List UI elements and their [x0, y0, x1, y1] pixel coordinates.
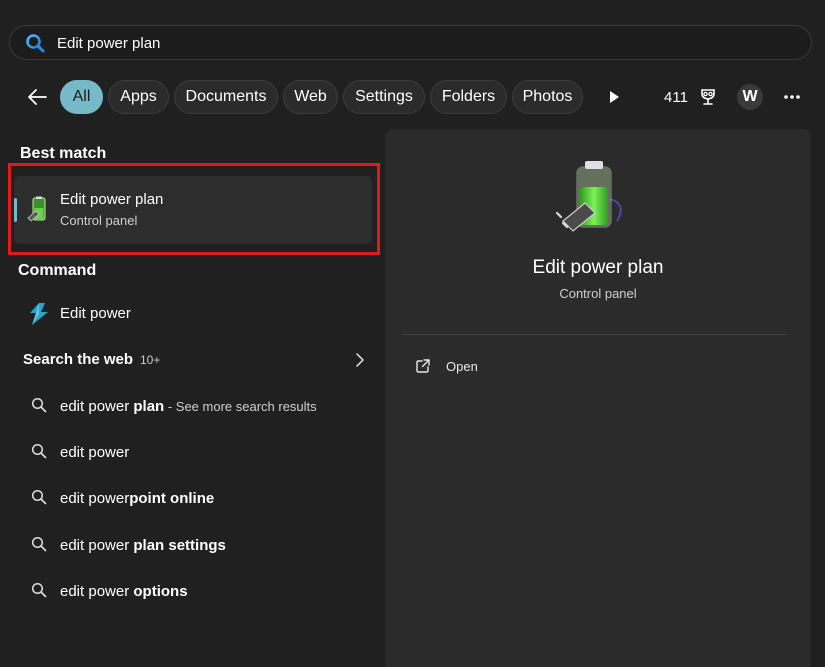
- search-the-web-heading: Search the web: [23, 351, 134, 368]
- command-heading: Command: [18, 262, 97, 279]
- back-arrow-icon[interactable]: [24, 84, 50, 110]
- web-suggestion[interactable]: edit power options: [14, 573, 372, 609]
- suggestion-text: edit power: [60, 398, 134, 415]
- best-match-subtitle: Control panel: [60, 213, 138, 228]
- command-icon: [30, 303, 48, 325]
- command-label: Edit power: [60, 305, 131, 322]
- search-the-web-header[interactable]: Search the web 10+: [23, 350, 373, 372]
- suggestion-hint: - See more search results: [164, 399, 317, 414]
- ellipsis-icon: [784, 95, 800, 99]
- power-plan-icon: [27, 196, 46, 222]
- best-match-result[interactable]: Edit power plan Control panel: [14, 176, 372, 244]
- suggestion-bold: plan settings: [133, 537, 226, 554]
- power-plan-icon: [555, 161, 622, 232]
- rewards-points[interactable]: 411: [662, 84, 690, 110]
- tab-all[interactable]: All: [60, 80, 103, 114]
- web-suggestion[interactable]: edit power: [14, 434, 372, 470]
- preview-title: Edit power plan: [532, 257, 664, 278]
- open-label: Open: [446, 359, 478, 374]
- tab-apps[interactable]: Apps: [108, 80, 169, 114]
- command-result[interactable]: Edit power: [14, 296, 372, 332]
- web-suggestion[interactable]: edit power plan - See more search result…: [14, 388, 372, 424]
- tab-folders[interactable]: Folders: [430, 80, 507, 114]
- more-options-icon[interactable]: [780, 84, 804, 110]
- tab-web[interactable]: Web: [283, 80, 338, 114]
- tab-photos[interactable]: Photos: [512, 80, 583, 114]
- search-icon: [26, 34, 45, 53]
- web-results-count: 10+: [140, 353, 161, 367]
- suggestion-text: edit power: [60, 583, 134, 600]
- best-match-heading: Best match: [20, 145, 107, 162]
- web-suggestion[interactable]: edit powerpoint online: [14, 480, 372, 516]
- preview-subtitle: Control panel: [559, 286, 637, 301]
- web-suggestion[interactable]: edit power plan settings: [14, 527, 372, 563]
- tab-documents[interactable]: Documents: [174, 80, 278, 114]
- trophy-icon: [701, 89, 715, 105]
- divider: [403, 334, 787, 335]
- chevron-right-icon: [356, 353, 364, 367]
- suggestion-bold: options: [133, 583, 188, 600]
- avatar[interactable]: W: [737, 84, 763, 110]
- search-input[interactable]: [57, 31, 757, 55]
- search-icon: [31, 536, 47, 552]
- preview-pane: Edit power plan Control panel Open: [385, 129, 811, 667]
- suggestion-text: edit power: [60, 537, 134, 554]
- open-button[interactable]: Open: [413, 357, 533, 379]
- search-icon: [31, 397, 47, 413]
- suggestion-bold: plan: [133, 398, 165, 415]
- tab-settings[interactable]: Settings: [343, 80, 425, 114]
- suggestion-text: edit power: [60, 490, 130, 507]
- suggestion-text: edit power: [60, 444, 130, 461]
- search-icon: [31, 489, 47, 505]
- selection-indicator: [14, 198, 17, 222]
- suggestion-bold: point online: [129, 490, 215, 507]
- play-icon: [610, 91, 619, 103]
- more-filters-play-icon[interactable]: [603, 84, 625, 110]
- search-icon: [31, 443, 47, 459]
- search-bar[interactable]: [9, 25, 812, 60]
- search-icon: [31, 582, 47, 598]
- open-external-icon: [416, 359, 430, 373]
- best-match-title: Edit power plan: [60, 191, 164, 208]
- rewards-trophy-icon[interactable]: [697, 84, 719, 110]
